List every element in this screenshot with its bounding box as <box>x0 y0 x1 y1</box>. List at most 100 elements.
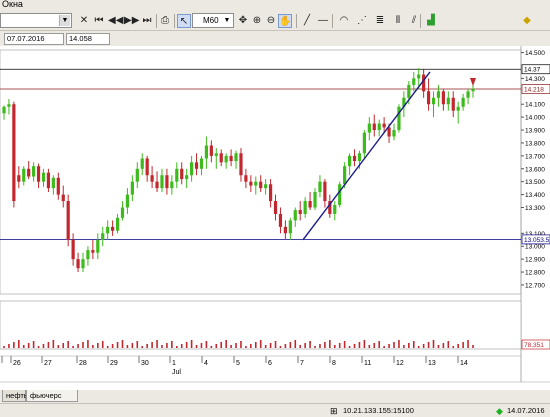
cursor-icon[interactable]: ↖ <box>177 14 191 28</box>
rewind-start-icon[interactable]: ⏮ <box>92 14 106 28</box>
candle <box>66 201 70 240</box>
candle <box>51 177 55 189</box>
candle <box>209 145 213 156</box>
marker-label: 13.053.5 <box>524 237 550 244</box>
tab-micex-futures[interactable]: фьючерс ммвб <box>26 390 78 411</box>
candle <box>259 181 263 189</box>
date-label: 5 <box>236 360 240 367</box>
price-tick-label: 13.000 <box>525 244 545 251</box>
candle <box>362 132 366 154</box>
window-title: Окна <box>2 0 23 9</box>
chevron-down-icon[interactable]: ▼ <box>59 15 70 26</box>
instrument-select[interactable]: ▼ <box>0 13 72 28</box>
candle <box>372 123 376 131</box>
candle <box>471 88 475 92</box>
candle <box>17 175 21 182</box>
candle <box>412 78 416 85</box>
print-icon[interactable]: ⎙ <box>158 14 172 28</box>
step-back-icon[interactable]: ◀◀ <box>108 14 123 28</box>
date-label: 12 <box>396 360 404 367</box>
candle <box>268 184 273 202</box>
fibonacci-icon[interactable]: ≣ <box>372 14 388 28</box>
step-forward-icon[interactable]: ▶▶ <box>124 14 139 28</box>
price-tick-label: 13.400 <box>525 192 545 199</box>
marker-label: 14.37 <box>524 67 541 74</box>
candle <box>214 153 218 156</box>
candle <box>456 106 460 111</box>
candle <box>303 201 307 214</box>
candle <box>165 175 169 189</box>
price-tick-label: 12.900 <box>525 257 545 264</box>
time-zones-icon[interactable]: ⫴ <box>390 14 406 28</box>
move-icon[interactable]: ✥ <box>236 14 250 28</box>
price-chart[interactable]: 14.500 14.300 14.100 14.000 13.900 13.800 13.7… <box>0 46 550 390</box>
candle <box>22 168 26 182</box>
settings-icon[interactable]: ◆ <box>520 14 534 28</box>
close-icon[interactable]: ✕ <box>77 14 91 28</box>
candle <box>106 226 110 234</box>
network-icon: ⊞ <box>330 406 338 416</box>
candle <box>273 201 278 214</box>
cursor-datetime: 07.07.2016 15:00 <box>4 33 64 53</box>
candle <box>229 155 233 162</box>
candle <box>407 84 411 98</box>
price-tick-label: 14.100 <box>525 102 545 109</box>
candle <box>140 158 144 169</box>
connection-address: 10.21.133.155:15100 <box>343 406 414 415</box>
toolbar-divider <box>420 14 421 28</box>
arc-tool-icon[interactable]: ◠ <box>336 14 352 28</box>
candle <box>333 204 337 214</box>
candle <box>27 168 31 177</box>
candle <box>278 213 283 227</box>
candle <box>313 192 317 208</box>
candle <box>180 168 184 180</box>
candle <box>219 153 223 163</box>
marker-label: 14.218 <box>524 86 544 93</box>
toolbar-divider <box>174 14 175 28</box>
candle <box>431 97 436 105</box>
candle <box>426 91 431 105</box>
date-label: 28 <box>79 360 87 367</box>
candle <box>56 177 60 195</box>
chart-tabs: нефть фьючерс ммвб <box>0 390 550 411</box>
fan-tool-icon[interactable]: ⋰ <box>354 14 370 28</box>
status-bar: ⊞ 10.21.133.155:15100 ◆ 14.07.2016 <box>0 403 550 417</box>
zoom-in-icon[interactable]: ⊕ <box>250 14 264 28</box>
price-tick-label: 13.900 <box>525 128 545 135</box>
chart-area[interactable]: 14.500 14.300 14.100 14.000 13.900 13.800 13.7… <box>0 46 550 390</box>
volume-label: 78.351 <box>524 342 544 349</box>
timeframe-select[interactable]: M60 ▼ <box>192 13 234 28</box>
date-label: 7 <box>300 360 304 367</box>
candle <box>185 175 189 180</box>
date-label: 30 <box>141 360 149 367</box>
candle <box>451 97 455 111</box>
candle <box>2 106 6 114</box>
candle <box>199 158 204 169</box>
toolbar-divider <box>332 14 333 28</box>
candle <box>71 239 75 260</box>
candle <box>155 181 159 189</box>
candle <box>150 175 154 182</box>
horizontal-line-icon[interactable]: — <box>316 14 330 28</box>
date-label: 4 <box>204 360 208 367</box>
candle <box>86 250 90 260</box>
candle <box>234 153 238 162</box>
forward-end-icon[interactable]: ⏭ <box>140 14 154 28</box>
candle <box>343 166 347 185</box>
candle <box>283 226 287 234</box>
tab-oil[interactable]: нефть <box>2 390 28 402</box>
candle <box>323 181 327 202</box>
candle <box>387 127 391 137</box>
zoom-out-icon[interactable]: ⊖ <box>264 14 278 28</box>
line-tool-icon[interactable]: ╱ <box>300 14 314 28</box>
candle <box>382 123 386 128</box>
candle <box>318 181 322 193</box>
indicators-icon[interactable]: ▟ <box>424 14 438 28</box>
date-label: 6 <box>268 360 272 367</box>
chevron-down-icon[interactable]: ▼ <box>222 15 232 26</box>
candle <box>367 123 371 133</box>
candle <box>175 168 179 182</box>
hand-tool-icon[interactable]: ✋ <box>278 14 292 28</box>
price-tick-label: 14.000 <box>525 115 545 122</box>
toolbar-divider <box>296 14 297 28</box>
